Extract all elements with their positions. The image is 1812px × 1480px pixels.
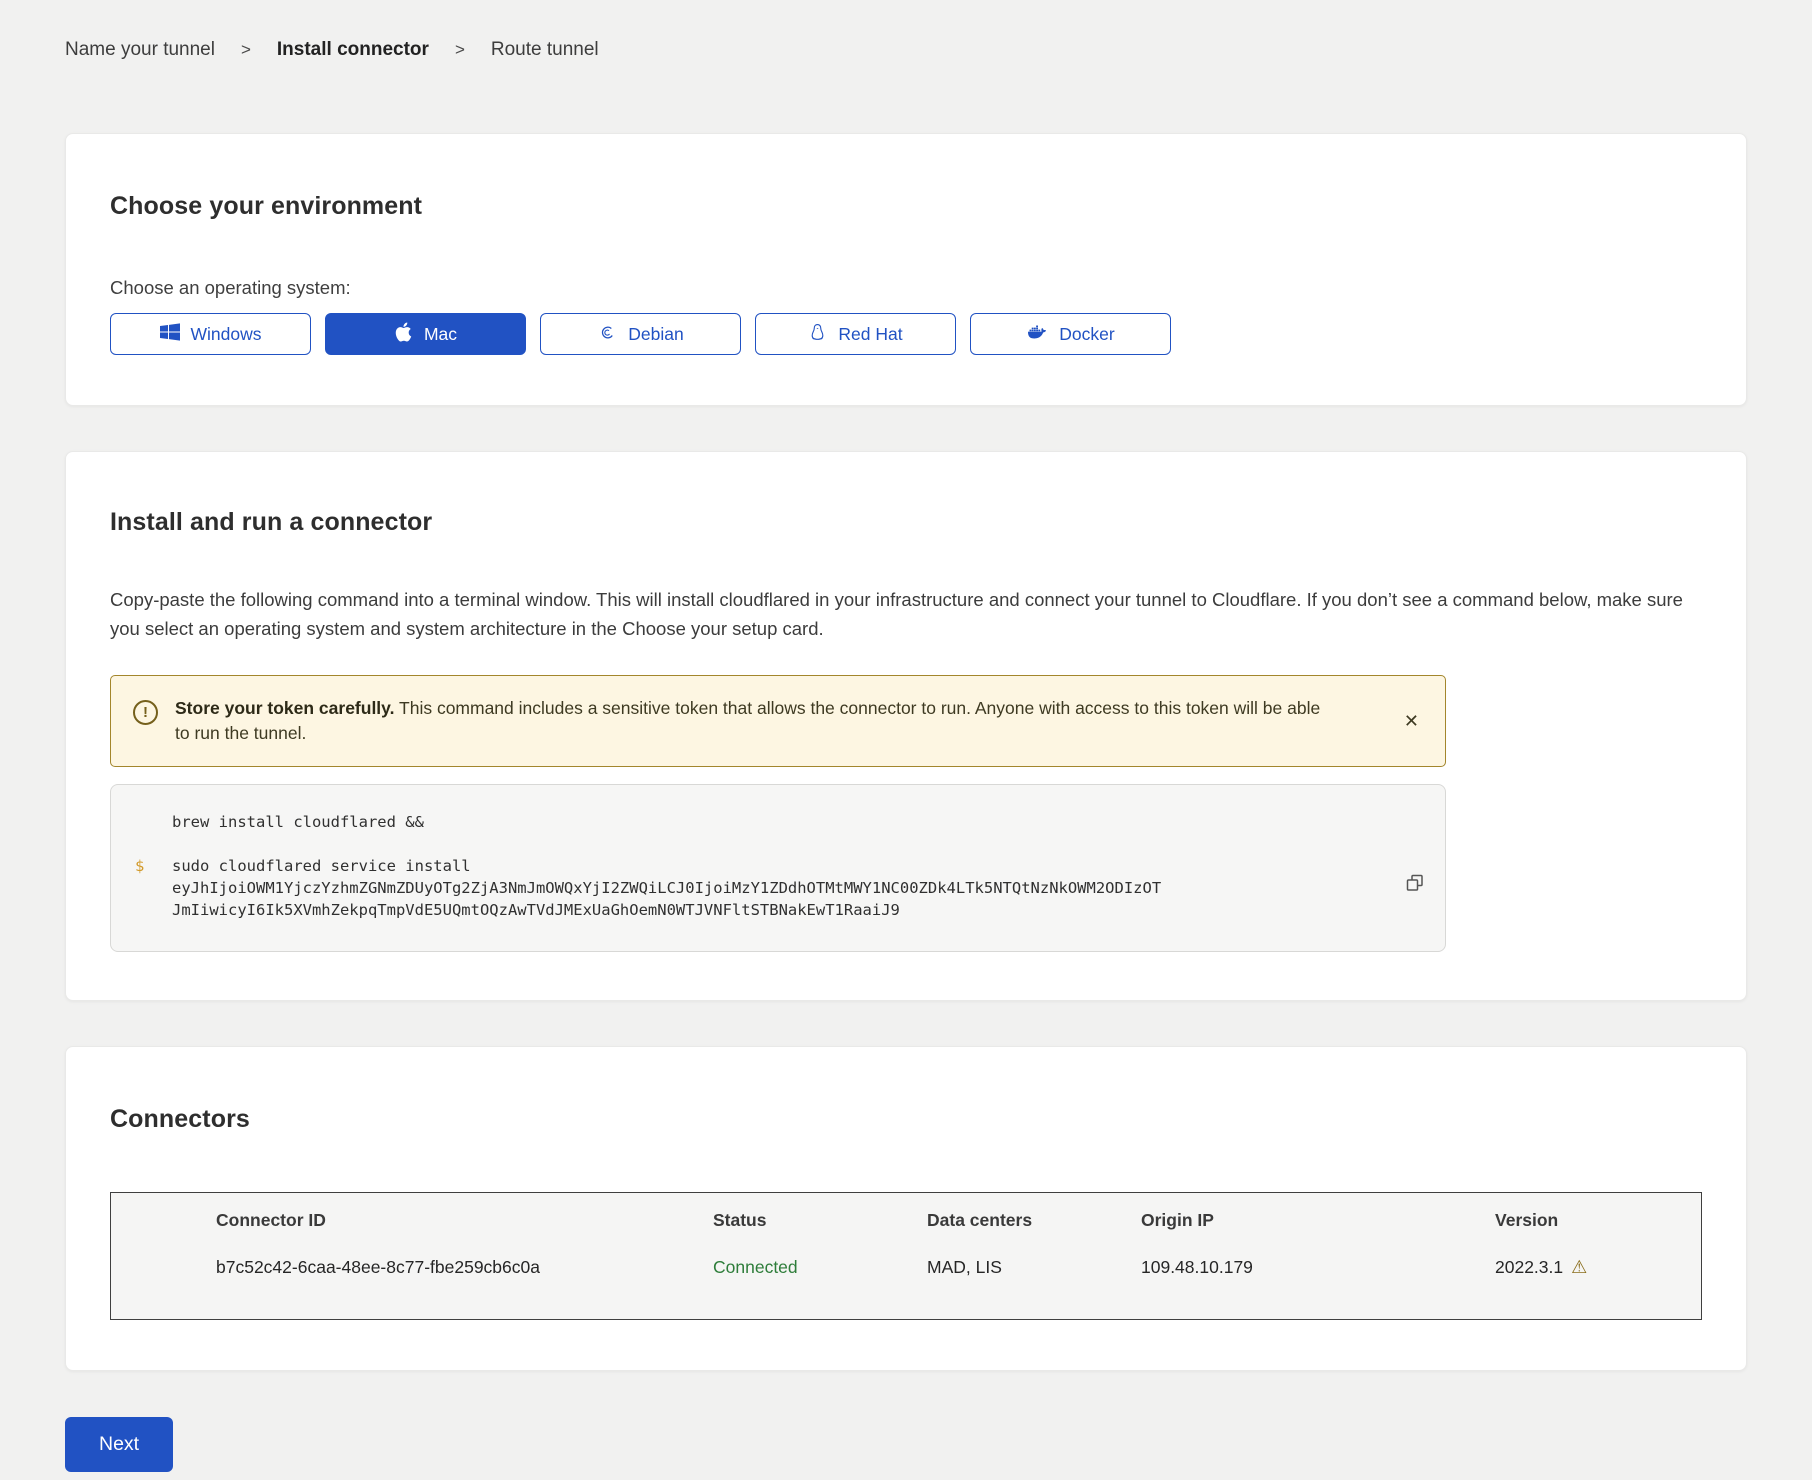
column-header-data-centers: Data centers [927, 1209, 1141, 1231]
os-button-row: Windows Mac Debian [110, 313, 1702, 355]
breadcrumb-step-name-your-tunnel[interactable]: Name your tunnel [65, 38, 215, 62]
os-button-label: Mac [424, 324, 457, 345]
breadcrumb: Name your tunnel > Install connector > R… [65, 38, 1747, 62]
os-button-label: Windows [191, 324, 262, 345]
os-button-label: Red Hat [838, 324, 902, 345]
next-button[interactable]: Next [65, 1417, 173, 1472]
brew-command-text: brew install cloudflared && [172, 811, 424, 833]
column-header-status: Status [713, 1209, 927, 1231]
copy-icon [1405, 873, 1425, 893]
install-description: Copy-paste the following command into a … [110, 585, 1702, 643]
copy-button[interactable] [1401, 869, 1429, 900]
breadcrumb-step-route-tunnel[interactable]: Route tunnel [491, 38, 599, 62]
origin-ip-cell: 109.48.10.179 [1141, 1255, 1495, 1279]
shell-prompt: $ [135, 855, 172, 921]
apple-icon [394, 321, 413, 348]
column-header-version: Version [1495, 1209, 1681, 1231]
breadcrumb-separator: > [241, 38, 251, 62]
linux-penguin-icon [808, 321, 827, 348]
code-line-sudo: $ sudo cloudflared service install eyJhI… [135, 855, 1421, 921]
status-cell: Connected [713, 1255, 927, 1279]
column-header-origin-ip: Origin IP [1141, 1209, 1495, 1231]
version-warning-icon[interactable]: ⚠ [1571, 1258, 1587, 1276]
sudo-command-text: sudo cloudflared service install eyJhIjo… [172, 855, 1164, 921]
os-button-label: Docker [1059, 324, 1114, 345]
code-gutter [135, 811, 172, 833]
connector-id-cell: b7c52c42-6caa-48ee-8c77-fbe259cb6c0a [216, 1255, 713, 1279]
close-icon[interactable]: ✕ [1400, 708, 1423, 734]
tunnel-token: eyJhIjoiOWM1YjczYzhmZGNmZDUyOTg2ZjA3NmJm… [172, 879, 1161, 919]
version-value: 2022.3.1 [1495, 1255, 1563, 1279]
os-button-redhat[interactable]: Red Hat [755, 313, 956, 355]
os-button-label: Debian [628, 324, 683, 345]
connectors-card: Connectors Connector ID Status Data cent… [65, 1046, 1747, 1371]
install-card-title: Install and run a connector [110, 508, 1702, 537]
warning-text: Store your token carefully. This command… [175, 696, 1325, 746]
page: Name your tunnel > Install connector > R… [0, 0, 1812, 1472]
choose-environment-card: Choose your environment Choose an operat… [65, 133, 1747, 406]
install-connector-card: Install and run a connector Copy-paste t… [65, 451, 1747, 1001]
connectors-table: Connector ID Status Data centers Origin … [110, 1192, 1702, 1320]
install-command-code-block: brew install cloudflared && $ sudo cloud… [110, 784, 1446, 952]
os-button-mac[interactable]: Mac [325, 313, 526, 355]
data-centers-cell: MAD, LIS [927, 1255, 1141, 1279]
os-button-windows[interactable]: Windows [110, 313, 311, 355]
breadcrumb-step-install-connector[interactable]: Install connector [277, 38, 429, 62]
os-button-docker[interactable]: Docker [970, 313, 1171, 355]
windows-icon [160, 322, 180, 347]
os-select-label: Choose an operating system: [110, 277, 1702, 299]
breadcrumb-separator: > [455, 38, 465, 62]
column-header-connector-id: Connector ID [216, 1209, 713, 1231]
version-cell: 2022.3.1 ⚠ [1495, 1255, 1681, 1279]
connectors-card-title: Connectors [110, 1105, 1702, 1134]
docker-whale-icon [1026, 323, 1048, 346]
warning-text-bold: Store your token carefully. [175, 698, 394, 718]
alert-circle-icon: ! [133, 700, 158, 725]
debian-icon [597, 322, 617, 347]
environment-card-title: Choose your environment [110, 192, 1702, 221]
token-warning-banner: ! Store your token carefully. This comma… [110, 675, 1446, 767]
code-line-brew: brew install cloudflared && [135, 811, 1421, 833]
os-button-debian[interactable]: Debian [540, 313, 741, 355]
